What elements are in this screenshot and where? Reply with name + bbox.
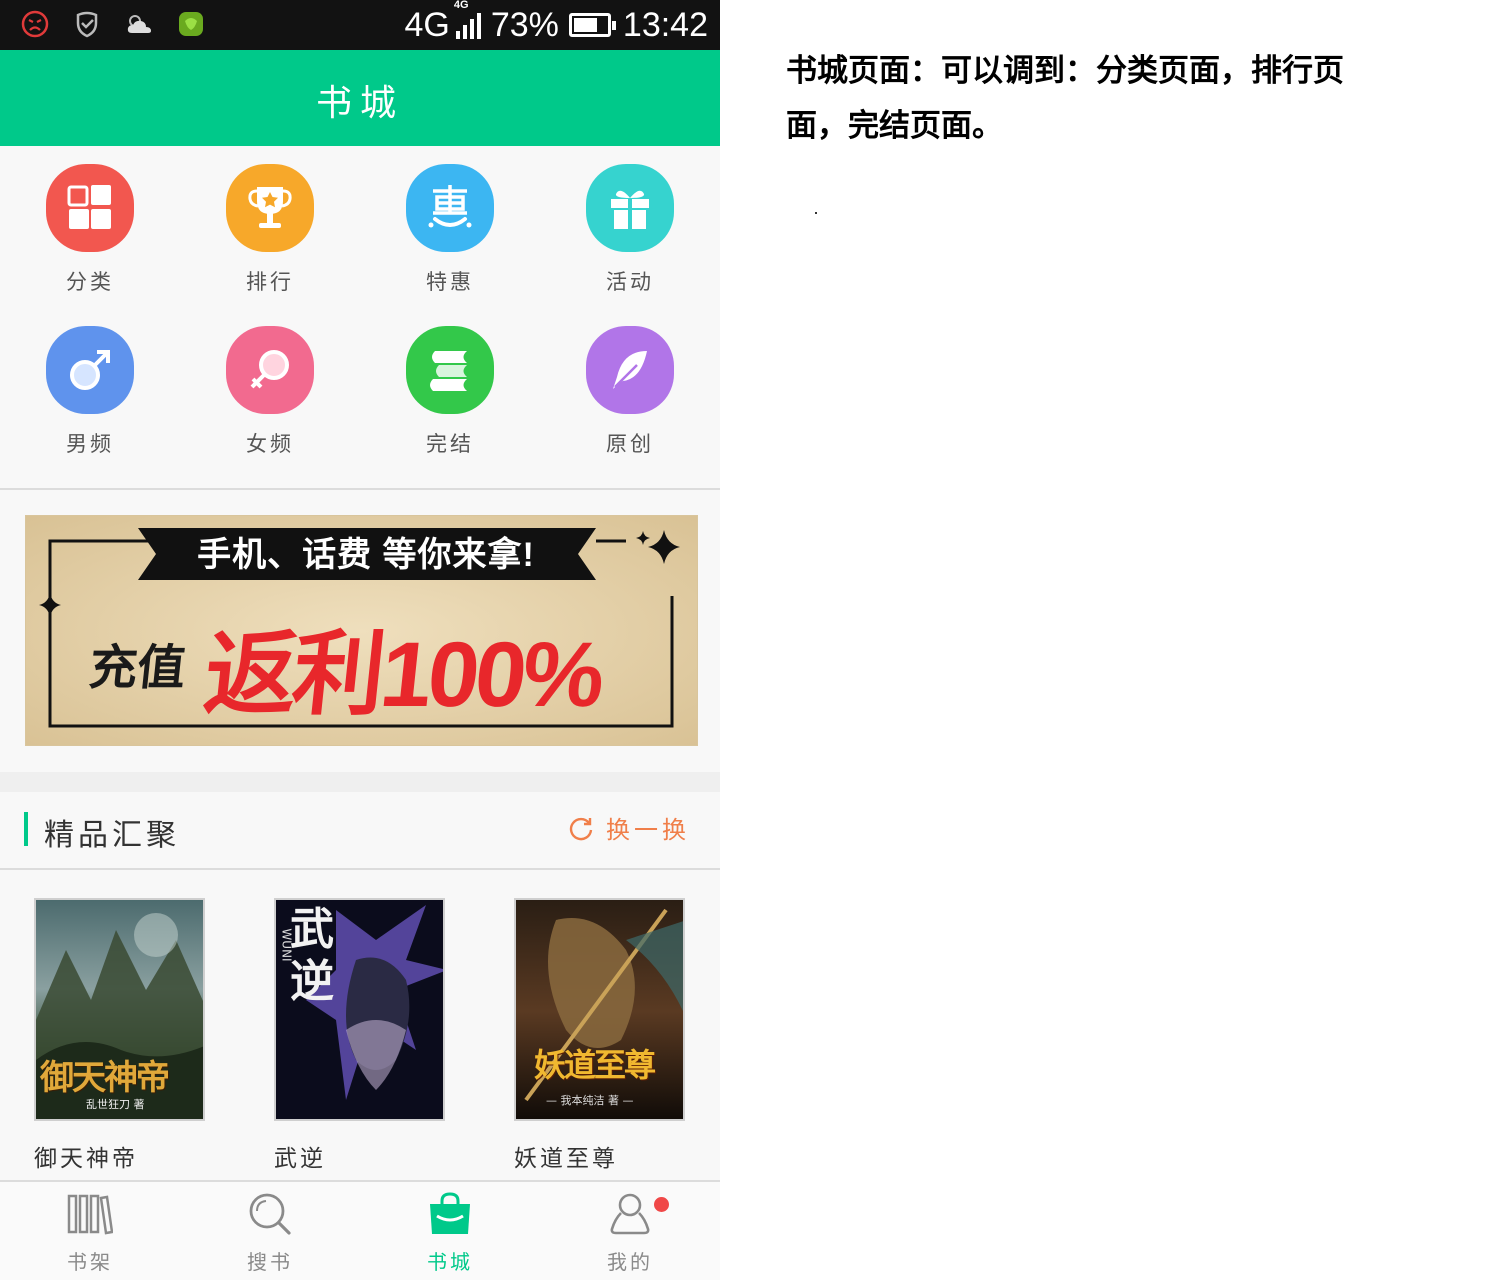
- annotation-text: 书城页面：可以调到：分类页面，排行页面，完结页面。: [786, 53, 1344, 144]
- tab-search[interactable]: 搜书: [180, 1182, 360, 1280]
- app-bar: 书城: [0, 50, 720, 146]
- cover-title: 武逆: [290, 904, 334, 1007]
- banner-recharge-text: 充值: [86, 642, 189, 695]
- stray-dot: [815, 212, 817, 214]
- shield-check-icon: [76, 11, 98, 38]
- female-symbol-icon: [226, 326, 314, 414]
- category-label: 排行: [246, 270, 294, 294]
- cover-title: 妖道至尊: [534, 1046, 656, 1084]
- male-symbol-icon: [46, 326, 134, 414]
- search-icon: [249, 1193, 291, 1235]
- book-title: 御天神帝: [34, 1146, 138, 1172]
- user-icon: [610, 1193, 650, 1235]
- signal-icon: 4G: [454, 0, 481, 39]
- category-item-female[interactable]: 女频: [180, 326, 360, 458]
- section-header: 精品汇聚 换一换: [0, 792, 720, 868]
- book-title: 武逆: [274, 1146, 326, 1172]
- category-label: 完结: [426, 432, 474, 456]
- banner-headline: 手机、话费 等你来拿!: [197, 536, 535, 574]
- angry-face-icon: [21, 10, 49, 38]
- category-label: 分类: [66, 270, 114, 294]
- tab-label: 我的: [607, 1250, 653, 1274]
- bottom-tab-bar: 书架 搜书 书城 我的: [0, 1180, 720, 1280]
- category-item-ranking[interactable]: 排行: [180, 164, 360, 296]
- bookshelf-icon: [67, 1194, 113, 1235]
- book-card[interactable]: 妖道至尊 — 我本纯洁 著 — 妖道至尊: [514, 898, 714, 1173]
- tab-label: 书城: [427, 1250, 473, 1274]
- promo-banner[interactable]: 手机、话费 等你来拿! 充值 返利100%: [25, 515, 698, 746]
- green-app-icon: [179, 12, 203, 36]
- refresh-button[interactable]: 换一换: [568, 810, 690, 845]
- trophy-icon: [226, 164, 314, 252]
- tab-mine[interactable]: 我的: [540, 1182, 720, 1280]
- book-cover: 武逆 WUNI: [274, 898, 445, 1121]
- tab-label: 搜书: [247, 1250, 293, 1274]
- category-item-completed[interactable]: 完结: [360, 326, 540, 458]
- category-item-original[interactable]: 原创: [540, 326, 720, 458]
- book-card[interactable]: 武逆 WUNI 武逆: [274, 898, 474, 1173]
- clock: 13:42: [622, 5, 708, 44]
- gift-icon: [586, 164, 674, 252]
- category-label: 原创: [606, 432, 654, 456]
- book-cover: 妖道至尊 — 我本纯洁 著 —: [514, 898, 685, 1121]
- book-list: 御天神帝 乱世狂刀 著 御天神帝 武逆 WUNI 武逆 妖道至尊 — 我本纯洁 …: [0, 870, 720, 1180]
- network-type: 4G: [404, 5, 450, 44]
- notification-badge: [654, 1197, 669, 1212]
- page-title: 书城: [315, 83, 404, 124]
- category-item-discount[interactable]: 特惠: [360, 164, 540, 296]
- section-gap: [0, 772, 720, 792]
- tab-bookshelf[interactable]: 书架: [0, 1182, 180, 1280]
- category-label: 男频: [66, 432, 114, 456]
- discount-hui-icon: [406, 164, 494, 252]
- cover-author: — 我本纯洁 著 —: [546, 1094, 634, 1107]
- category-grid: 分类 排行 特惠 活动 男频 女频 完结 原创: [0, 146, 720, 488]
- category-item-classify[interactable]: 分类: [0, 164, 180, 296]
- book-title: 妖道至尊: [514, 1146, 618, 1172]
- phone-screen: 4G 4G 73% 13:42 书城 分类 排行 特惠 活动 男频 女频 完结 …: [0, 0, 720, 1280]
- battery-icon: [568, 13, 616, 37]
- cover-title: 御天神帝: [40, 1058, 170, 1098]
- grid-icon: [46, 164, 134, 252]
- section-title: 精品汇聚: [44, 818, 180, 853]
- battery-percent: 73%: [490, 5, 559, 44]
- network-type-small: 4G: [453, 0, 469, 11]
- refresh-icon: [569, 817, 593, 840]
- category-item-activity[interactable]: 活动: [540, 164, 720, 296]
- banner-area: 手机、话费 等你来拿! 充值 返利100%: [0, 490, 720, 772]
- battery-fill: [573, 18, 597, 32]
- banner-rebate-text: 返利100%: [199, 624, 606, 726]
- feather-icon: [586, 326, 674, 414]
- category-label: 特惠: [426, 270, 474, 294]
- cloud-weather-icon: [127, 15, 151, 33]
- shopping-bag-icon: [430, 1192, 470, 1234]
- tab-label: 书架: [67, 1250, 113, 1274]
- book-card[interactable]: 御天神帝 乱世狂刀 著 御天神帝: [34, 898, 234, 1173]
- section-accent-bar: [24, 812, 28, 846]
- tab-bookstore[interactable]: 书城: [360, 1182, 540, 1280]
- cover-author: WUNI: [279, 928, 294, 962]
- book-cover: 御天神帝 乱世狂刀 著: [34, 898, 205, 1121]
- category-item-male[interactable]: 男频: [0, 326, 180, 458]
- refresh-label: 换一换: [606, 816, 690, 844]
- category-label: 活动: [606, 270, 654, 294]
- category-label: 女频: [246, 432, 294, 456]
- cover-author: 乱世狂刀 著: [86, 1098, 145, 1111]
- status-bar: 4G 4G 73% 13:42: [0, 0, 720, 50]
- books-stack-icon: [406, 326, 494, 414]
